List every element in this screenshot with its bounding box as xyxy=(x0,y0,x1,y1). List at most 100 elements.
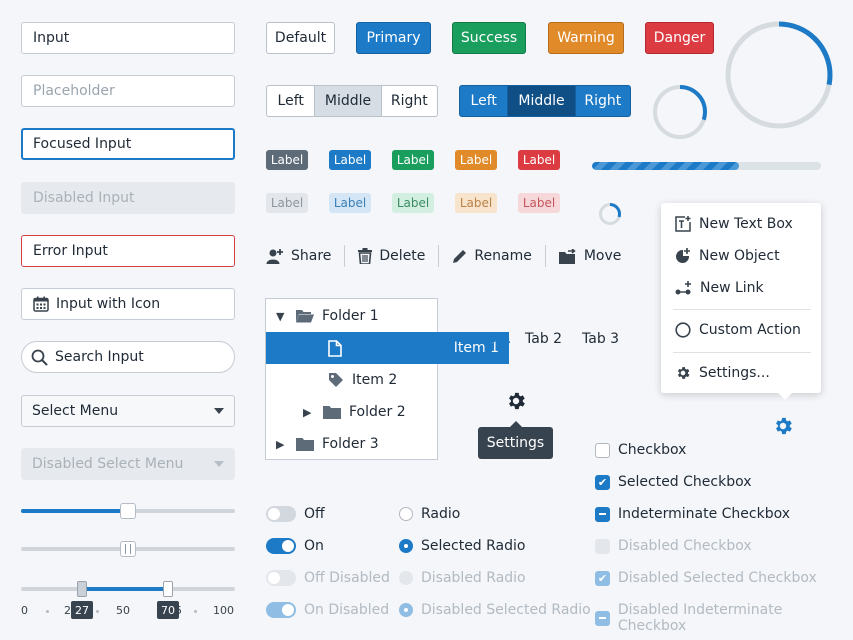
radio-disabled: Disabled Radio xyxy=(399,570,526,586)
menu-item-settings[interactable]: Settings... xyxy=(675,365,770,381)
tick-label: 0 xyxy=(21,604,28,617)
toggle-label: Off Disabled xyxy=(304,570,390,586)
small-spinner xyxy=(599,203,621,225)
share-button[interactable]: Share xyxy=(266,248,331,264)
text-input[interactable]: Input xyxy=(21,22,235,54)
select-menu[interactable]: Select Menu xyxy=(21,395,235,427)
gear-icon[interactable] xyxy=(505,390,527,412)
add-user-icon xyxy=(266,249,283,264)
label-orange: Label xyxy=(455,150,497,170)
search-icon xyxy=(31,349,48,365)
focused-input-value: Focused Input xyxy=(33,136,132,152)
add-link-icon xyxy=(675,281,691,295)
radio-selected[interactable]: Selected Radio xyxy=(399,538,525,554)
slider-2[interactable] xyxy=(21,541,235,557)
disabled-select-menu: Disabled Select Menu xyxy=(21,448,235,480)
toolbar: Share Delete Rename Move xyxy=(266,245,621,267)
label-gray: Label xyxy=(266,150,308,170)
default-button[interactable]: Default xyxy=(266,22,335,54)
checkbox[interactable]: Checkbox xyxy=(595,442,686,458)
large-spinner xyxy=(725,21,833,129)
warning-button[interactable]: Warning xyxy=(548,22,624,54)
group-left-button[interactable]: Left xyxy=(267,86,316,116)
settings-tooltip: Settings xyxy=(478,427,553,459)
menu-item-new-object[interactable]: New Object xyxy=(675,248,780,264)
tree-item-2[interactable]: Item 2 xyxy=(266,364,499,396)
folder-open-icon xyxy=(296,310,314,323)
chevron-down-icon: ▼ xyxy=(276,309,285,323)
search-input[interactable]: Search Input xyxy=(21,341,235,373)
text-input-value: Input xyxy=(33,30,70,46)
group-middle-button[interactable]: Middle xyxy=(315,86,382,116)
disabled-input-value: Disabled Input xyxy=(33,190,135,206)
radio[interactable]: Radio xyxy=(399,506,460,522)
tree-label: Folder 2 xyxy=(349,404,406,420)
error-input[interactable]: Error Input xyxy=(21,235,235,267)
error-input-value: Error Input xyxy=(33,243,108,259)
range-low-value: 27 xyxy=(71,601,93,619)
checkbox-label: Disabled Checkbox xyxy=(618,538,752,554)
slider-1-fill xyxy=(21,509,128,513)
toggle-off[interactable]: Off xyxy=(266,506,325,522)
toggle-on-disabled: On Disabled xyxy=(266,602,389,618)
menu-item-label: Settings... xyxy=(699,365,770,381)
move-button[interactable]: Move xyxy=(558,248,621,264)
check-icon: ✔ xyxy=(595,570,610,586)
label-red: Label xyxy=(518,150,560,170)
pencil-icon xyxy=(453,249,467,263)
checkbox-selected[interactable]: ✔ Selected Checkbox xyxy=(595,474,752,490)
range-low-handle[interactable] xyxy=(77,581,87,597)
tree-label: Folder 1 xyxy=(322,308,379,324)
primary-button[interactable]: Primary xyxy=(356,22,431,54)
menu-item-new-text-box[interactable]: New Text Box xyxy=(675,216,793,232)
trash-icon xyxy=(358,248,373,264)
primary-button-group: Left Middle Right xyxy=(459,85,631,117)
checkbox-label: Selected Checkbox xyxy=(618,474,752,490)
share-label: Share xyxy=(291,248,332,264)
slider-1-handle[interactable] xyxy=(120,503,136,519)
chevron-right-icon: ▶ xyxy=(276,437,285,451)
placeholder-input[interactable]: Placeholder xyxy=(21,75,235,107)
danger-button[interactable]: Danger xyxy=(645,22,714,54)
slider-2-handle[interactable] xyxy=(120,541,136,557)
success-button[interactable]: Success xyxy=(452,22,526,54)
tree-folder-3[interactable]: ▶ Folder 3 xyxy=(266,428,447,460)
checkbox-label: Indeterminate Checkbox xyxy=(618,506,791,522)
menu-item-label: New Link xyxy=(700,280,764,296)
tick-label: 50 xyxy=(116,604,130,617)
radio-label: Disabled Selected Radio xyxy=(421,602,591,618)
menu-item-custom-action[interactable]: Custom Action xyxy=(675,322,801,338)
focused-input[interactable]: Focused Input xyxy=(21,128,235,160)
tab-2[interactable]: Tab 2 xyxy=(525,331,562,347)
gear-icon[interactable] xyxy=(772,415,794,437)
range-slider-fill xyxy=(82,587,168,591)
menu-item-label: New Text Box xyxy=(699,216,793,232)
range-high-value: 70 xyxy=(157,601,179,619)
range-high-handle[interactable] xyxy=(163,581,173,597)
rename-label: Rename xyxy=(474,248,532,264)
toggle-on[interactable]: On xyxy=(266,538,324,554)
checkbox-indeterminate[interactable]: Indeterminate Checkbox xyxy=(595,506,790,522)
radio-disabled-selected: Disabled Selected Radio xyxy=(399,602,591,618)
toggle-label: Off xyxy=(304,506,325,522)
rename-button[interactable]: Rename xyxy=(452,248,532,264)
range-slider[interactable]: 0 25 50 75 100 27 70 xyxy=(21,580,235,630)
group-right-button[interactable]: Right xyxy=(382,86,437,116)
placeholder-text: Placeholder xyxy=(33,83,115,99)
slider-1[interactable] xyxy=(21,503,235,519)
menu-divider xyxy=(673,309,811,310)
input-with-icon[interactable]: Input with Icon xyxy=(21,288,235,320)
checkbox-label: Checkbox xyxy=(618,442,687,458)
label-light-green: Label xyxy=(392,193,434,213)
group-middle-button[interactable]: Middle xyxy=(508,86,576,116)
tree-folder-2[interactable]: ▶ Folder 2 xyxy=(266,396,474,428)
search-input-value: Search Input xyxy=(55,349,144,365)
menu-item-new-link[interactable]: New Link xyxy=(675,280,764,296)
delete-button[interactable]: Delete xyxy=(358,248,425,264)
tab-3[interactable]: Tab 3 xyxy=(582,331,619,347)
folder-icon xyxy=(323,406,341,419)
group-left-button[interactable]: Left xyxy=(460,86,509,116)
tab-1[interactable]: Tab 1 xyxy=(469,331,511,347)
group-right-button[interactable]: Right xyxy=(576,86,630,116)
tree-folder-1[interactable]: ▼ Folder 1 xyxy=(266,300,447,332)
